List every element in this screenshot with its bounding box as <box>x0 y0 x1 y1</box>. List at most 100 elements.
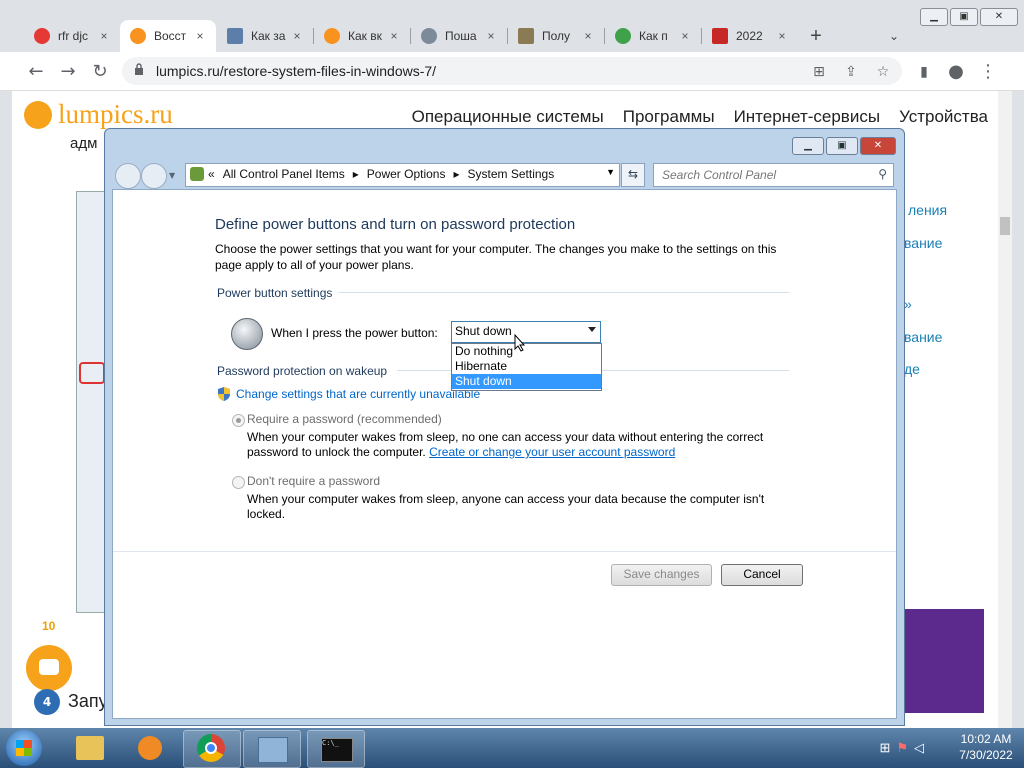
address-dropdown-icon[interactable]: ▼ <box>606 167 615 177</box>
tab-5[interactable]: Поша × <box>411 20 507 52</box>
tab-3[interactable]: Как за × <box>217 20 313 52</box>
cp-address-bar[interactable]: « All Control Panel Items ▸ Power Option… <box>185 163 620 187</box>
tab-search-chevron-icon[interactable]: ⌄ <box>884 20 904 52</box>
page-scrollbar[interactable] <box>998 91 1012 728</box>
no-password-radio[interactable] <box>232 476 245 489</box>
search-placeholder: Search Control Panel <box>662 168 777 182</box>
toc-link[interactable]: де <box>904 361 920 377</box>
media-player-taskbar-button[interactable] <box>122 730 178 766</box>
option-hibernate[interactable]: Hibernate <box>452 359 601 374</box>
require-password-desc: When your computer wakes from sleep, no … <box>247 430 764 444</box>
close-icon[interactable]: × <box>96 29 112 43</box>
power-button-icon <box>231 318 263 350</box>
tab-7[interactable]: Как п × <box>605 20 701 52</box>
bookmark-star-icon[interactable]: ☆ <box>874 63 892 81</box>
power-action-options: Do nothing Hibernate Shut down <box>451 343 602 391</box>
tab-title: rfr djc <box>58 29 88 43</box>
taskbar: C:\_ ⊞ ⚑ ◁ 10:02 AM 7/30/2022 <box>0 728 1024 768</box>
new-tab-button[interactable]: + <box>804 20 828 52</box>
breadcrumb-item[interactable]: System Settings <box>468 167 555 181</box>
nav-item-os[interactable]: Операционные системы <box>412 107 604 127</box>
maximize-button[interactable]: ▣ <box>950 8 978 26</box>
nav-item-internet[interactable]: Интернет-сервисы <box>734 107 881 127</box>
action-center-icon[interactable]: ⚑ <box>896 740 908 756</box>
gear-icon <box>421 28 437 44</box>
profile-avatar-icon[interactable]: ● <box>944 60 968 84</box>
minimize-button[interactable]: ▁ <box>920 8 948 26</box>
power-action-dropdown[interactable]: Shut down <box>451 321 601 343</box>
back-button[interactable] <box>115 163 141 189</box>
tab-6[interactable]: Полу × <box>508 20 604 52</box>
toc-link[interactable]: » <box>904 296 912 312</box>
recent-pages-chevron-icon[interactable]: ▼ <box>169 171 175 180</box>
tab-1[interactable]: rfr djc × <box>24 20 120 52</box>
volume-icon[interactable]: ◁ <box>914 740 924 756</box>
breadcrumb-chevron-icon: « <box>208 167 215 181</box>
nav-item-programs[interactable]: Программы <box>623 107 715 127</box>
orange-logo-icon <box>24 100 52 129</box>
tab-2-active[interactable]: Восст × <box>120 20 216 52</box>
cancel-button[interactable]: Cancel <box>721 564 803 586</box>
chrome-icon-center <box>205 742 217 754</box>
close-icon[interactable]: × <box>580 29 596 43</box>
chat-button[interactable] <box>26 645 72 691</box>
breadcrumb-item[interactable]: Power Options <box>367 167 446 181</box>
divider <box>339 292 789 293</box>
close-window-button[interactable]: ✕ <box>980 8 1018 26</box>
lock-icon <box>135 63 143 75</box>
control-panel-taskbar-button[interactable] <box>243 730 301 768</box>
option-do-nothing[interactable]: Do nothing <box>452 344 601 359</box>
advertisement[interactable] <box>904 609 984 713</box>
document-icon <box>518 28 534 44</box>
forward-arrow-icon[interactable]: → <box>56 60 80 84</box>
clock[interactable]: 10:02 AM 7/30/2022 <box>956 732 1016 762</box>
scroll-thumb[interactable] <box>1000 217 1010 235</box>
browser-toolbar: ← → ↻ lumpics.ru/restore-system-files-in… <box>0 52 1024 91</box>
cmd-taskbar-button[interactable]: C:\_ <box>307 730 365 768</box>
chrome-taskbar-button[interactable] <box>183 730 241 768</box>
option-shut-down[interactable]: Shut down <box>452 374 601 389</box>
system-tray: ⊞ ⚑ ◁ 10:02 AM 7/30/2022 <box>879 732 1016 762</box>
count-badge: 10 <box>42 619 56 633</box>
translate-icon[interactable]: ⊞ <box>810 63 828 81</box>
dropdown-value: Shut down <box>455 324 512 338</box>
back-arrow-icon[interactable]: ← <box>24 60 48 84</box>
media-player-icon <box>138 736 162 760</box>
explorer-taskbar-button[interactable] <box>62 730 118 766</box>
cp-minimize-button[interactable]: ▁ <box>792 137 824 155</box>
share-icon[interactable]: ⇪ <box>842 63 860 81</box>
toc-link[interactable]: вание <box>904 329 942 345</box>
close-icon[interactable]: × <box>192 29 208 43</box>
change-settings-link[interactable]: Change settings that are currently unava… <box>236 387 480 401</box>
require-password-radio[interactable] <box>232 414 245 427</box>
save-changes-button[interactable]: Save changes <box>611 564 712 586</box>
side-panel-icon[interactable]: ▮ <box>912 60 936 84</box>
cp-close-button[interactable]: ✕ <box>860 137 896 155</box>
close-icon[interactable]: × <box>289 29 305 43</box>
control-panel-icon <box>258 737 288 763</box>
address-bar[interactable]: lumpics.ru/restore-system-files-in-windo… <box>122 57 902 85</box>
cp-search-input[interactable]: Search Control Panel ⚲ <box>653 163 894 187</box>
tab-8[interactable]: 2022 × <box>702 20 798 52</box>
reload-icon[interactable]: ↻ <box>88 60 112 84</box>
clock-time: 10:02 AM <box>960 732 1012 746</box>
breadcrumb-item[interactable]: All Control Panel Items <box>223 167 345 181</box>
nav-item-devices[interactable]: Устройства <box>899 107 988 127</box>
toc-link[interactable]: вание <box>904 235 942 251</box>
toc-link[interactable]: ления <box>908 202 947 218</box>
cp-maximize-button[interactable]: ▣ <box>826 137 858 155</box>
forward-button[interactable] <box>141 163 167 189</box>
site-logo[interactable]: lumpics.ru <box>24 99 173 130</box>
close-icon[interactable]: × <box>774 29 790 43</box>
menu-kebab-icon[interactable]: ⋮ <box>976 60 1000 84</box>
close-icon[interactable]: × <box>483 29 499 43</box>
tab-4[interactable]: Как вк × <box>314 20 410 52</box>
control-panel-icon <box>190 167 204 181</box>
close-icon[interactable]: × <box>677 29 693 43</box>
refresh-button[interactable]: ⇆ <box>621 163 645 187</box>
close-icon[interactable]: × <box>386 29 402 43</box>
start-button[interactable] <box>6 730 42 766</box>
create-password-link[interactable]: Create or change your user account passw… <box>429 445 675 459</box>
search-icon: ⚲ <box>878 167 887 181</box>
network-icon[interactable]: ⊞ <box>879 740 890 756</box>
